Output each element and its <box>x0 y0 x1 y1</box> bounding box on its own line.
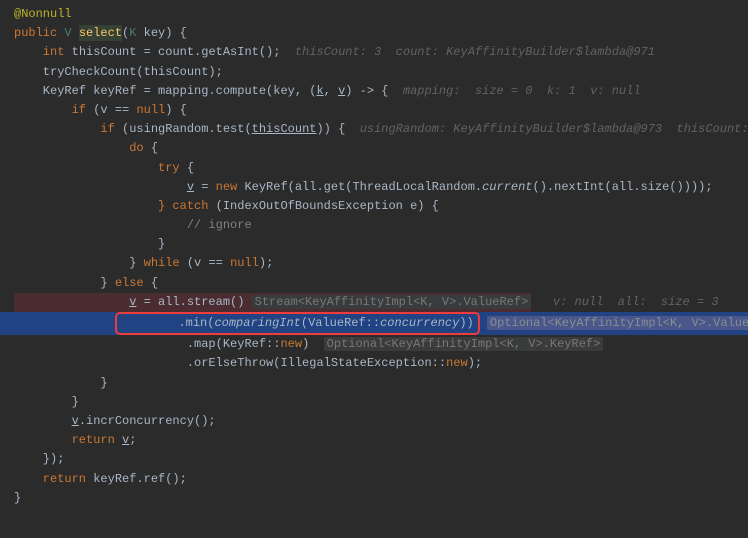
code-line-26: } <box>0 489 748 508</box>
code-line-16: v = all.stream() Stream<KeyAffinityImpl<… <box>0 293 748 312</box>
execution-point: .min( .min(comparingInt(ValueRef::concur… <box>115 312 480 335</box>
code-line-6: if (v == null) { <box>0 101 748 120</box>
code-line-8: do { <box>0 139 748 158</box>
code-line-2: public V select(K key) { <box>0 24 748 43</box>
code-line-4: tryCheckCount(thisCount); <box>0 63 748 82</box>
code-line-5: KeyRef keyRef = mapping.compute(key, (k,… <box>0 82 748 101</box>
code-line-20: } <box>0 374 748 393</box>
code-line-15: } else { <box>0 274 748 293</box>
annotation: @Nonnull <box>14 7 72 21</box>
debug-hint: mapping: size = 0 k: 1 v: null <box>403 84 641 98</box>
type-hint: Stream<KeyAffinityImpl<K, V>.ValueRef> <box>252 295 532 309</box>
code-line-13: } <box>0 235 748 254</box>
code-line-11: } catch (IndexOutOfBoundsException e) { <box>0 197 748 216</box>
debug-hint: thisCount: 3 count: KeyAffinityBuilder$l… <box>295 45 655 59</box>
code-line-12: // ignore <box>0 216 748 235</box>
code-line-19: .orElseThrow(IllegalStateException::new)… <box>0 354 748 373</box>
code-line-23: return v; <box>0 431 748 450</box>
code-line-25: return keyRef.ref(); <box>0 470 748 489</box>
code-line-21: } <box>0 393 748 412</box>
code-line-22: v.incrConcurrency(); <box>0 412 748 431</box>
code-line-9: try { <box>0 159 748 178</box>
debug-hint: v: null all: size = 3 <box>531 295 718 309</box>
code-line-10: v = new KeyRef(all.get(ThreadLocalRandom… <box>0 178 748 197</box>
highlighted-line[interactable]: .min( .min(comparingInt(ValueRef::concur… <box>0 312 748 335</box>
code-line-18: .map(KeyRef::new) Optional<KeyAffinityIm… <box>0 335 748 354</box>
method-name: select <box>79 25 122 41</box>
code-line-14: } while (v == null); <box>0 254 748 273</box>
code-line-7: if (usingRandom.test(thisCount)) { using… <box>0 120 748 139</box>
code-line-24: }); <box>0 450 748 469</box>
type-hint: Optional<KeyAffinityImpl<K, V>.ValueRef> <box>487 316 748 330</box>
type-hint: Optional<KeyAffinityImpl<K, V>.KeyRef> <box>324 337 604 351</box>
code-line-1: @Nonnull <box>0 5 748 24</box>
debug-hint: usingRandom: KeyAffinityBuilder$lambda@9… <box>360 122 748 136</box>
code-line-3: int thisCount = count.getAsInt(); thisCo… <box>0 43 748 62</box>
